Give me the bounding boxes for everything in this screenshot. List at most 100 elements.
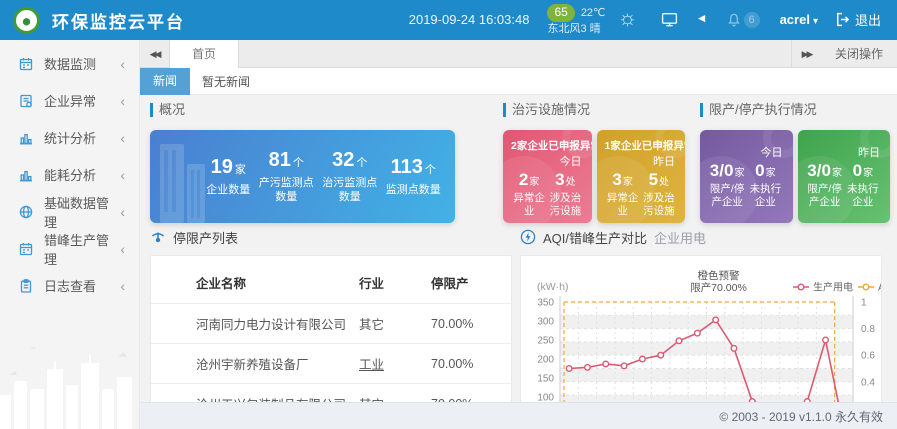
weather-widget: 65 22℃ 东北风3 晴 ☼: [547, 4, 637, 36]
svg-text:橙色预警: 橙色预警: [698, 269, 740, 282]
table-column-header: 企业名称: [151, 268, 359, 304]
svg-text:限产70.00%: 限产70.00%: [690, 281, 747, 294]
tab-home[interactable]: 首页: [170, 40, 239, 68]
notification-badge[interactable]: 6: [744, 12, 760, 28]
card-stat: 0家未执行企业: [746, 161, 784, 209]
company-name-cell: 沧州宇新养殖设备厂: [151, 344, 359, 384]
globe-icon: [18, 204, 34, 220]
legend-item[interactable]: AQI: [858, 283, 882, 294]
svg-text:300: 300: [537, 317, 554, 328]
chart-subtitle: 企业用电: [654, 228, 706, 247]
building-watermark: [156, 138, 208, 223]
sidebar-item-3[interactable]: 能耗分析‹: [0, 156, 139, 193]
svg-text:1: 1: [861, 298, 867, 309]
section-title-overview: 概况: [150, 103, 455, 117]
logout-button[interactable]: 退出: [834, 10, 881, 29]
monitor-icon[interactable]: [661, 11, 678, 28]
platform-logo-icon: [13, 7, 40, 34]
electricity-icon: [520, 229, 536, 245]
clipboard-icon: [18, 278, 34, 294]
sidebar-item-label: 基础数据管理: [44, 193, 120, 231]
card-period: 今日: [708, 144, 783, 160]
card-period: 今日: [511, 153, 582, 169]
chevron-left-icon: ‹: [120, 56, 125, 72]
limit-percent-cell: 70.00%: [431, 344, 511, 384]
svg-text:350: 350: [537, 298, 554, 309]
tab-bar: ◀◀ 首页 ▶▶ 关闭操作: [140, 40, 897, 68]
sidebar-item-label: 数据监测: [44, 54, 96, 73]
bar-chart-icon: [18, 130, 34, 146]
sidebar-item-6[interactable]: 日志查看‹: [0, 267, 139, 304]
footer: © 2003 - 2019 v1.1.0 永久有效: [140, 402, 897, 429]
aqi-production-chart: 35030025020015010010.80.60.40.2(kW·h)橙色预…: [521, 256, 882, 407]
card-headline: 2家企业已申报异常: [511, 138, 584, 153]
tabs-scroll-left-icon[interactable]: ◀◀: [140, 40, 170, 68]
svg-text:250: 250: [537, 336, 554, 347]
sidebar-item-5[interactable]: 错峰生产管理‹: [0, 230, 139, 267]
overview-stat: 81个产污监测点数量: [259, 149, 314, 205]
limit-list-icon: [150, 229, 166, 245]
card-stat: 3家异常企业: [605, 170, 641, 218]
overview-stats-card: 19家企业数量81个产污监测点数量32个治污监测点数量113个监测点数量: [150, 130, 455, 223]
close-operations-menu[interactable]: 关闭操作: [821, 45, 897, 62]
svg-text:0.6: 0.6: [861, 351, 875, 362]
table-row[interactable]: 河南同力电力设计有限公司其它70.00%: [151, 304, 511, 344]
card-period: 昨日: [806, 144, 881, 160]
news-label[interactable]: 新闻: [140, 68, 190, 95]
caret-down-icon: ▾: [813, 16, 818, 27]
pollution-card-昨日: 1家企业已申报异常昨日3家异常企业5处涉及治污设施: [597, 130, 686, 223]
table-column-header: 行业: [359, 268, 431, 304]
sidebar-item-label: 日志查看: [44, 276, 96, 295]
logout-icon: [834, 11, 851, 28]
section-title-limit: 限产/停产执行情况: [700, 103, 890, 117]
sidebar: 数据监测‹企业异常‹统计分析‹能耗分析‹基础数据管理‹错峰生产管理‹日志查看‹: [0, 40, 140, 429]
svg-text:0.4: 0.4: [861, 377, 875, 388]
limit-table-panel: 企业名称行业停限产 河南同力电力设计有限公司其它70.00%沧州宇新养殖设备厂工…: [150, 255, 512, 407]
sidebar-item-label: 统计分析: [44, 128, 96, 147]
chart-title: AQI/错峰生产对比: [543, 228, 647, 247]
overview-stat: 32个治污监测点数量: [322, 149, 377, 205]
table-column-header: 停限产: [431, 268, 511, 304]
chevron-left-icon: ‹: [120, 204, 125, 220]
svg-text:0.8: 0.8: [861, 324, 875, 335]
svg-text:AQI: AQI: [878, 283, 882, 294]
section-title-pollution: 治污设施情况: [503, 103, 685, 117]
header-datetime: 2019-09-24 16:03:48: [409, 12, 530, 27]
sidebar-item-2[interactable]: 统计分析‹: [0, 119, 139, 156]
limit-table-title: 停限产列表: [173, 228, 238, 247]
svg-text:(kW·h): (kW·h): [537, 281, 569, 293]
tabs-scroll-right-icon[interactable]: ▶▶: [791, 40, 821, 68]
sun-icon: ☼: [617, 4, 637, 32]
copyright-text: © 2003 - 2019 v1.1.0 永久有效: [719, 408, 883, 425]
limit-percent-cell: 70.00%: [431, 304, 511, 344]
table-row[interactable]: 沧州宇新养殖设备厂工业 70.00%: [151, 344, 511, 384]
sidebar-item-0[interactable]: 数据监测 ‹: [0, 45, 139, 82]
card-stat: 5处涉及治污设施: [641, 170, 677, 218]
company-name-cell: 河南同力电力设计有限公司: [151, 304, 359, 344]
speaker-icon[interactable]: ◄: [696, 11, 708, 28]
chevron-left-icon: ‹: [120, 93, 125, 109]
aqi-chart-panel: 35030025020015010010.80.60.40.2(kW·h)橙色预…: [520, 255, 882, 407]
legend-item[interactable]: 生产用电: [793, 281, 853, 294]
aqi-badge: 65: [547, 4, 574, 22]
weather-temp: 22℃: [581, 6, 606, 20]
app-title: 环保监控云平台: [52, 8, 185, 33]
user-menu[interactable]: acrel▾: [780, 12, 818, 27]
card-period: 昨日: [605, 153, 676, 169]
svg-text:200: 200: [537, 355, 554, 366]
sidebar-item-label: 企业异常: [44, 91, 96, 110]
sidebar-item-4[interactable]: 基础数据管理‹: [0, 193, 139, 230]
limit-card-昨日: 昨日3/0家限产/停产企业0家未执行企业: [798, 130, 891, 223]
weather-condition: 晴: [590, 23, 601, 35]
sidebar-item-1[interactable]: 企业异常 ‹: [0, 82, 139, 119]
bar-chart-icon: [18, 167, 34, 183]
weather-wind: 东北风3: [547, 23, 586, 35]
svg-text:生产用电: 生产用电: [813, 281, 853, 294]
overview-stat: 113个监测点数量: [386, 156, 441, 197]
chevron-left-icon: ‹: [120, 167, 125, 183]
calendar-icon: [18, 56, 34, 72]
app-header: 环保监控云平台 2019-09-24 16:03:48 65 22℃ 东北风3 …: [0, 0, 897, 40]
card-stat: 3/0家限产/停产企业: [806, 161, 844, 209]
bell-icon[interactable]: 6: [726, 12, 760, 28]
industry-cell[interactable]: 工业: [359, 358, 384, 372]
